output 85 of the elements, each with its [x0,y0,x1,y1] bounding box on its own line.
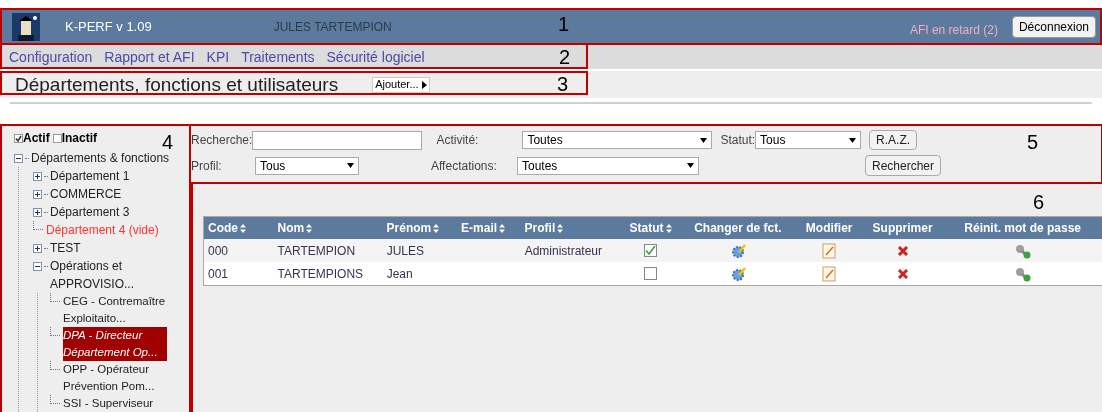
callout-number: 1 [558,14,570,34]
edit-icon[interactable] [821,242,837,259]
menu-item[interactable]: Rapport et AFI [104,46,195,68]
sort-icon [433,223,440,233]
expand-icon[interactable] [33,244,42,253]
status-checkbox[interactable] [644,267,658,280]
expand-icon[interactable] [33,172,42,181]
gear-pencil-icon[interactable] [729,265,746,282]
callout-number: 3 [557,74,569,94]
expand-icon[interactable] [33,190,42,199]
column-header[interactable]: Statut [621,219,680,237]
table-cell-text: 000 [207,242,230,260]
assignments-label: Affectations: [431,157,498,175]
tree-item[interactable]: DPA - Directeur Département Op... [63,327,167,361]
page-title: Départements, fonctions et utilisateurs [15,75,339,94]
search-label: Recherche: [191,132,253,149]
search-field[interactable] [252,130,423,150]
checkbox[interactable] [52,133,62,143]
column-header: Modifier [804,220,854,237]
table-cell-text: JULES [385,242,426,260]
sort-icon [306,223,313,233]
column-header[interactable]: Nom [273,219,383,237]
table-cell-text: TARTEMPIONS [276,265,365,283]
expand-icon[interactable] [33,208,42,217]
lighthouse-logo-icon [12,12,40,41]
menu-item[interactable]: Configuration [9,46,93,68]
dropdown-arrow-icon [849,137,857,143]
search-button[interactable]: Rechercher [865,155,942,176]
app-title: K-PERF v 1.09 [65,17,152,36]
column-header: Changer de fct. [693,220,783,237]
sort-icon [665,223,672,233]
tree-item[interactable]: Département 3 [50,203,130,221]
activity-label: Activité: [436,132,480,149]
profile-label: Profil: [191,157,223,175]
tree-item[interactable]: Opérations et APPROVISIO... [50,257,150,293]
column-header[interactable]: Profil [520,219,622,237]
tree-item[interactable]: TEST [50,239,81,257]
column-header: Supprimer [871,220,934,237]
status-label: Statut: [720,132,756,149]
table-cell-text: Administrateur [523,242,603,260]
tree-item[interactable]: CEG - Contremaître Exploitaito... [63,293,167,327]
menu-item[interactable]: Traitements [241,46,315,68]
collapse-icon[interactable] [14,154,23,163]
add-button[interactable]: Ajouter... [372,76,430,93]
edit-icon[interactable] [821,265,837,282]
sort-icon [240,223,246,233]
profile-select[interactable]: Tous [255,156,359,175]
tree-item[interactable]: Départements & fonctions [31,149,170,167]
logout-button[interactable]: Déconnexion [1011,15,1096,38]
menu-item[interactable]: Sécurité logiciel [326,46,425,68]
status-checkbox[interactable] [644,244,658,257]
reset-button[interactable]: R.A.Z. [869,130,918,150]
status-select[interactable]: Tous [755,131,862,149]
sort-icon [499,223,506,233]
column-header[interactable]: Prénom [382,219,458,237]
table-cell-text: TARTEMPION [276,242,357,260]
tree-item[interactable]: COMMERCE [50,185,122,203]
tree-item[interactable]: OPP - Opérateur Prévention Pom... [63,361,167,395]
checkbox[interactable] [14,133,23,143]
callout-number: 5 [1027,132,1039,152]
tree-item[interactable]: Département 1 [50,167,130,185]
callout-number: 2 [559,47,571,67]
sort-icon [557,223,564,233]
delete-icon[interactable] [896,244,909,257]
menu-item[interactable]: KPI [206,46,230,68]
checkbox-label: Inactif [61,130,97,147]
assignments-select[interactable]: Toutes [517,156,699,175]
delete-icon[interactable] [896,267,909,280]
column-header[interactable]: Code [204,219,274,237]
caret-icon [421,80,427,89]
column-header[interactable]: E-mail [457,219,521,237]
user-name: JULES TARTEMPION [273,18,392,36]
checkbox-label: Actif [23,130,50,147]
collapse-icon[interactable] [33,262,42,271]
callout-number: 6 [1033,192,1045,212]
gear-pencil-icon[interactable] [729,242,746,259]
dropdown-arrow-icon [700,137,708,143]
table-cell-text: 001 [207,265,230,283]
callout-number: 4 [162,132,174,152]
dropdown-arrow-icon [347,163,354,168]
activity-select[interactable]: Toutes [522,131,713,149]
column-header: Réinit. mot de passe [963,220,1082,237]
table-cell-text: Jean [385,265,414,283]
tree-item[interactable]: SSI - Superviseur [63,395,167,412]
dropdown-arrow-icon [687,163,694,168]
